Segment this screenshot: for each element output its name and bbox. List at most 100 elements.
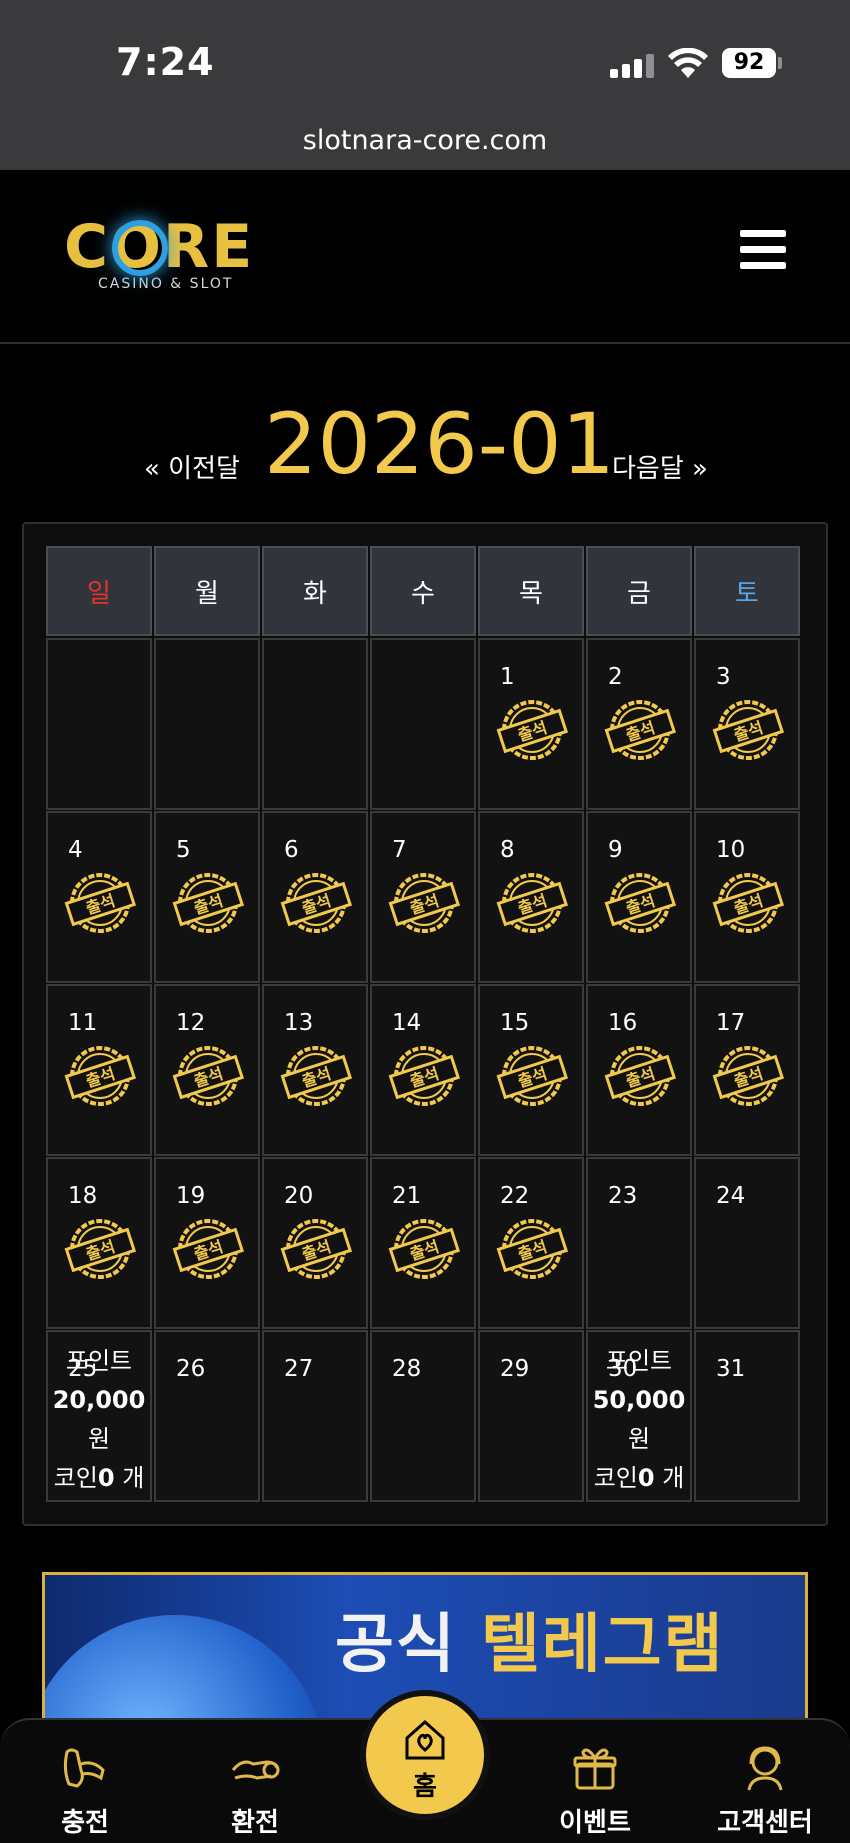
day-number: 24 (716, 1183, 746, 1209)
day-number: 31 (716, 1356, 746, 1382)
day-number: 5 (176, 837, 191, 863)
day-number: 2 (608, 664, 623, 690)
nav-support-label: 고객센터 (717, 1808, 813, 1838)
day-number: 3 (716, 664, 731, 690)
url-text[interactable]: slotnara-core.com (303, 125, 547, 156)
day-number: 21 (392, 1183, 422, 1209)
calendar-day-cell[interactable]: 20 출석 (262, 1157, 368, 1329)
calendar-day-cell[interactable]: 포인트 20,000 원 코인0 개 25 (46, 1330, 152, 1502)
calendar-day-cell[interactable]: 4 출석 (46, 811, 152, 983)
attendance-stamp-icon: 출석 (496, 700, 568, 760)
calendar-day-cell[interactable]: 23 (586, 1157, 692, 1329)
address-bar[interactable]: slotnara-core.com (0, 120, 850, 170)
weekday-header: 토 (694, 546, 800, 636)
wifi-icon (668, 48, 708, 78)
reward-coin-count: 0 (97, 1464, 115, 1492)
battery-tip (778, 57, 782, 69)
weekday-header: 목 (478, 546, 584, 636)
attendance-stamp-icon: 출석 (604, 873, 676, 933)
calendar-day-cell[interactable]: 17 출석 (694, 984, 800, 1156)
calendar-day-cell[interactable]: 11 출석 (46, 984, 152, 1156)
day-number: 15 (500, 1010, 530, 1036)
calendar-day-cell[interactable]: 19 출석 (154, 1157, 260, 1329)
nav-charge[interactable]: 충전 (20, 1740, 150, 1839)
calendar-day-cell[interactable]: 21 출석 (370, 1157, 476, 1329)
calendar-day-cell[interactable]: 9 출석 (586, 811, 692, 983)
calendar-day-cell[interactable]: 22 출석 (478, 1157, 584, 1329)
nav-home[interactable]: 홈 (360, 1690, 490, 1820)
month-navigation: « 이전달 2026-01 다음달 » (0, 395, 850, 495)
calendar-week-row: 1 출석 2 출석 3 출석 (46, 638, 804, 810)
calendar-day-cell[interactable]: 6 출석 (262, 811, 368, 983)
attendance-stamp-icon: 출석 (604, 1046, 676, 1106)
calendar-day-cell[interactable]: 1 출석 (478, 638, 584, 810)
calendar-day-cell[interactable]: 2 출석 (586, 638, 692, 810)
calendar-day-cell[interactable]: 31 (694, 1330, 800, 1502)
hamburger-menu-icon[interactable] (740, 230, 786, 270)
day-number: 28 (392, 1356, 422, 1382)
prev-month-link[interactable]: « 이전달 (144, 448, 240, 485)
calendar-day-cell[interactable]: 26 (154, 1330, 260, 1502)
nav-event-label: 이벤트 (559, 1808, 631, 1838)
month-title: 2026-01 (264, 395, 615, 493)
nav-exchange[interactable]: 환전 (190, 1740, 320, 1839)
calendar-day-cell[interactable]: 8 출석 (478, 811, 584, 983)
calendar-day-cell[interactable]: 27 (262, 1330, 368, 1502)
calendar-day-cell[interactable]: 24 (694, 1157, 800, 1329)
nav-event[interactable]: 이벤트 (530, 1740, 660, 1839)
calendar-day-cell[interactable]: 28 (370, 1330, 476, 1502)
calendar-day-cell[interactable]: 7 출석 (370, 811, 476, 983)
next-month-link[interactable]: 다음달 » (612, 448, 708, 485)
attendance-stamp-icon: 출석 (712, 873, 784, 933)
reward-unit: 원 (87, 1425, 111, 1453)
day-number: 29 (500, 1356, 530, 1382)
attendance-calendar: 일월화수목금토 1 출석 2 출석 3 출석 4 출석 5 출석 6 출석 7 출석 8 출석 9 출석 10 출석 1… (46, 546, 804, 1503)
reward-coin-unit: 개 (114, 1464, 145, 1492)
banner-title-gold: 텔레그램 (481, 1608, 725, 1682)
calendar-week-row: 11 출석 12 출석 13 출석 14 출석 15 출석 16 출석 17 출석 (46, 984, 804, 1156)
attendance-stamp-icon: 출석 (496, 1219, 568, 1279)
banner-title: 공식 텔레그램 (335, 1593, 725, 1685)
calendar-day-cell[interactable]: 18 출석 (46, 1157, 152, 1329)
site-logo[interactable]: CORE CASINO & SLOT (64, 212, 264, 312)
reward-point-label: 포인트 (65, 1347, 133, 1375)
calendar-day-cell[interactable]: 15 출석 (478, 984, 584, 1156)
day-number: 22 (500, 1183, 530, 1209)
status-bar: 7:24 92 (0, 0, 850, 120)
calendar-week-row: 포인트 20,000 원 코인0 개 25 26 27 28 29 포인트 50,000 원 코인0 개… (46, 1330, 804, 1502)
calendar-empty-cell (370, 638, 476, 810)
attendance-stamp-icon: 출석 (388, 1219, 460, 1279)
calendar-day-cell[interactable]: 13 출석 (262, 984, 368, 1156)
weekday-header-row: 일월화수목금토 (46, 546, 804, 636)
cellular-signal-icon (610, 54, 656, 78)
day-number: 10 (716, 837, 746, 863)
calendar-empty-cell (262, 638, 368, 810)
attendance-stamp-icon: 출석 (496, 1046, 568, 1106)
attendance-stamp-icon: 출석 (64, 873, 136, 933)
nav-home-label: 홈 (413, 1772, 437, 1802)
attendance-stamp-icon: 출석 (280, 873, 352, 933)
day-number: 12 (176, 1010, 206, 1036)
calendar-day-cell[interactable]: 29 (478, 1330, 584, 1502)
nav-support[interactable]: 고객센터 (700, 1740, 830, 1839)
attendance-stamp-icon: 출석 (388, 873, 460, 933)
calendar-day-cell[interactable]: 포인트 50,000 원 코인0 개 30 (586, 1330, 692, 1502)
status-time: 7:24 (116, 40, 215, 84)
calendar-day-cell[interactable]: 12 출석 (154, 984, 260, 1156)
nav-exchange-label: 환전 (231, 1808, 279, 1838)
attendance-stamp-icon: 출석 (64, 1219, 136, 1279)
weekday-header: 수 (370, 546, 476, 636)
calendar-day-cell[interactable]: 14 출석 (370, 984, 476, 1156)
calendar-day-cell[interactable]: 16 출석 (586, 984, 692, 1156)
reward-coin-label: 코인 (593, 1464, 638, 1492)
calendar-day-cell[interactable]: 3 출석 (694, 638, 800, 810)
day-number: 27 (284, 1356, 314, 1382)
battery-icon: 92 (722, 48, 776, 78)
calendar-day-cell[interactable]: 10 출석 (694, 811, 800, 983)
day-number: 8 (500, 837, 515, 863)
day-number: 25 (68, 1356, 98, 1382)
calendar-day-cell[interactable]: 5 출석 (154, 811, 260, 983)
calendar-week-row: 18 출석 19 출석 20 출석 21 출석 22 출석 23 24 (46, 1157, 804, 1329)
day-number: 13 (284, 1010, 314, 1036)
attendance-stamp-icon: 출석 (388, 1046, 460, 1106)
